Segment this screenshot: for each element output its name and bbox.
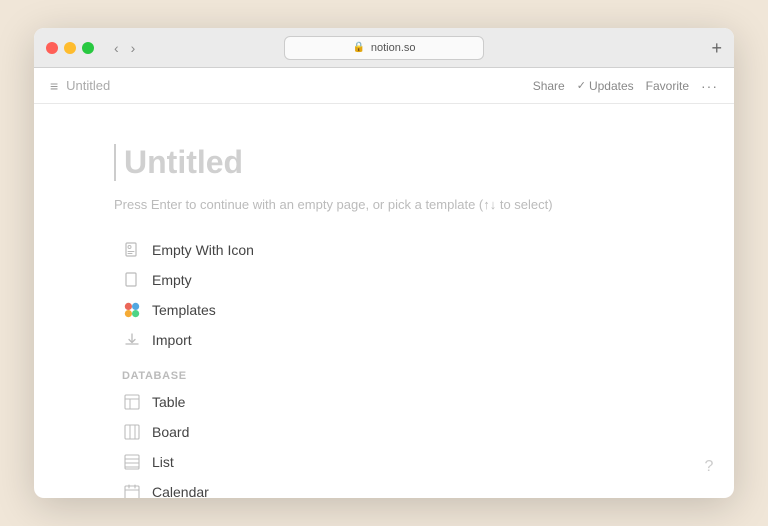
table-icon [122,392,142,412]
import-label: Import [152,332,192,348]
traffic-lights [46,42,94,54]
menu-item-board[interactable]: Board [114,418,654,446]
import-icon [122,330,142,350]
maximize-button[interactable] [82,42,94,54]
empty-with-icon-label: Empty With Icon [152,242,254,258]
board-icon [122,422,142,442]
page-title[interactable]: Untitled [114,144,654,181]
forward-button[interactable]: › [127,38,140,58]
empty-with-icon-icon [122,240,142,260]
new-tab-button[interactable]: + [711,39,722,57]
empty-icon [122,270,142,290]
lock-icon: 🔒 [352,42,364,53]
menu-item-empty-with-icon[interactable]: Empty With Icon [114,236,654,264]
titlebar: ‹ › 🔒 notion.so + [34,28,734,68]
list-label: List [152,454,174,470]
page-breadcrumb: Untitled [66,78,533,93]
menu-item-import[interactable]: Import [114,326,654,354]
browser-window: ‹ › 🔒 notion.so + ≡ Untitled Share ✓ Upd… [34,28,734,498]
list-icon [122,452,142,472]
menu-item-calendar[interactable]: Calendar [114,478,654,498]
updates-button[interactable]: ✓ Updates [577,79,634,93]
favorite-button[interactable]: Favorite [646,79,689,93]
hint-text: Press Enter to continue with an empty pa… [114,197,654,212]
templates-icon [122,300,142,320]
menu-item-templates[interactable]: Templates [114,296,654,324]
empty-label: Empty [152,272,192,288]
share-button[interactable]: Share [533,79,565,93]
back-button[interactable]: ‹ [110,38,123,58]
toolbar-actions: Share ✓ Updates Favorite ··· [533,78,718,94]
menu-icon[interactable]: ≡ [50,78,58,94]
address-bar[interactable]: 🔒 notion.so [284,36,484,60]
calendar-icon [122,482,142,498]
close-button[interactable] [46,42,58,54]
database-menu-list: Table Board [114,388,654,498]
updates-label: Updates [589,79,634,93]
template-menu-list: Empty With Icon Empty [114,236,654,354]
menu-item-table[interactable]: Table [114,388,654,416]
database-section-label: DATABASE [114,370,654,382]
address-text: notion.so [371,42,416,54]
nav-buttons: ‹ › [110,38,139,58]
notion-toolbar: ≡ Untitled Share ✓ Updates Favorite ··· [34,68,734,104]
menu-item-list[interactable]: List [114,448,654,476]
help-button[interactable]: ? [698,456,720,478]
page-content: Untitled Press Enter to continue with an… [34,104,734,498]
more-button[interactable]: ··· [701,78,718,94]
calendar-label: Calendar [152,484,209,498]
check-icon: ✓ [577,79,586,92]
menu-item-empty[interactable]: Empty [114,266,654,294]
board-label: Board [152,424,189,440]
templates-label: Templates [152,302,216,318]
minimize-button[interactable] [64,42,76,54]
table-label: Table [152,394,185,410]
